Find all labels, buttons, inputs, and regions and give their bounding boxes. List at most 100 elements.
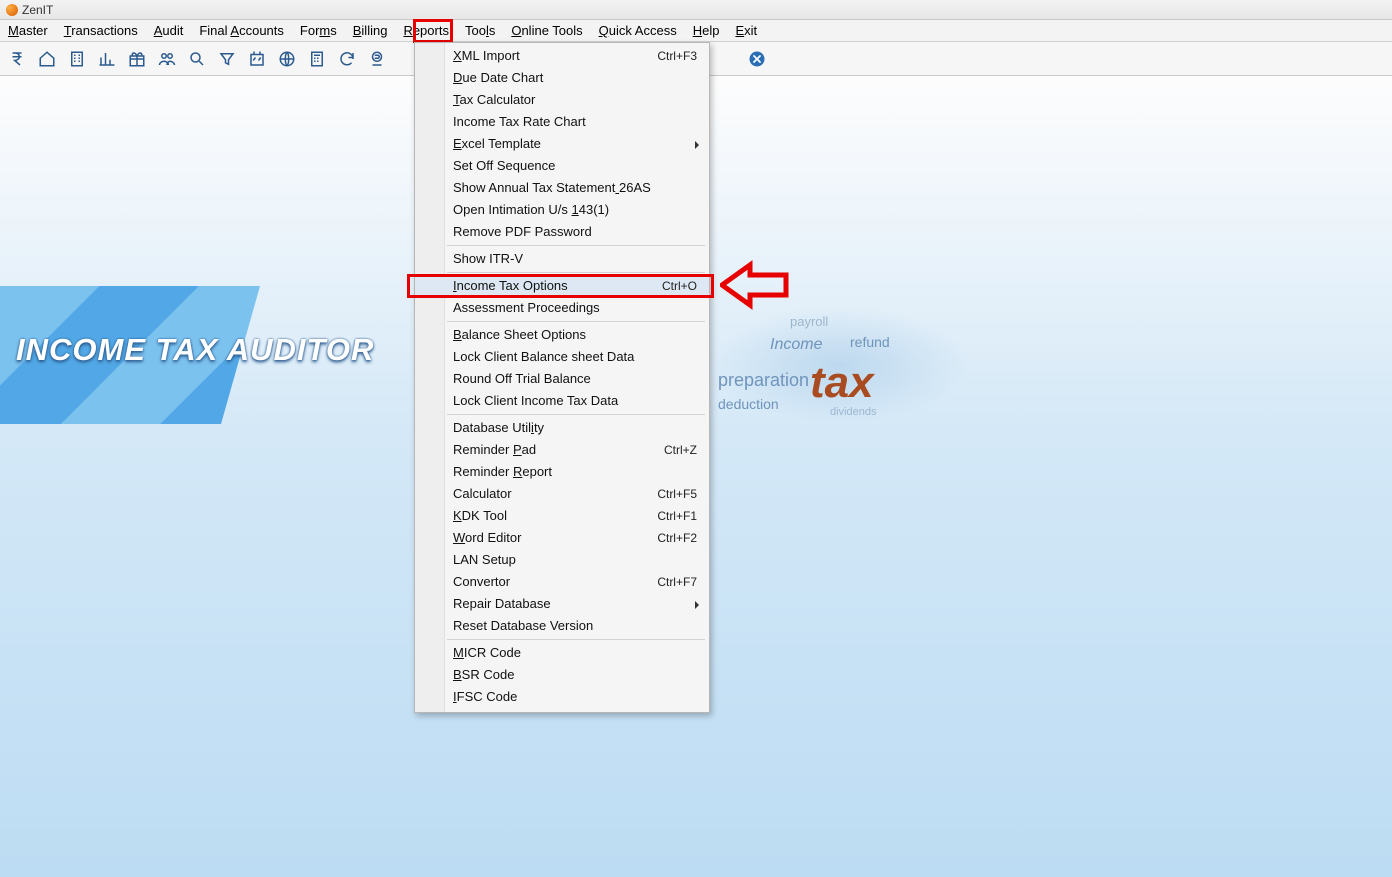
app-title: ZenIT	[22, 0, 53, 20]
dd-set-off-sequence[interactable]: Set Off Sequence	[415, 155, 709, 177]
menu-transactions[interactable]: Transactions	[56, 20, 146, 41]
tb-calc-icon[interactable]	[304, 46, 330, 72]
menu-billing[interactable]: Billing	[345, 20, 396, 41]
dd-xml-import[interactable]: XML ImportCtrl+F3	[415, 45, 709, 67]
dd-assessment-proceedings[interactable]: Assessment Proceedings	[415, 297, 709, 319]
dd-reset-database-version[interactable]: Reset Database Version	[415, 615, 709, 637]
menu-online-tools[interactable]: Online Tools	[503, 20, 590, 41]
menu-help[interactable]: Help	[685, 20, 728, 41]
banner-collage: tax preparation deduction Income refund …	[710, 306, 970, 424]
tb-home-icon[interactable]	[34, 46, 60, 72]
annotation-arrow	[720, 259, 790, 311]
dd-item-shortcut: Ctrl+O	[662, 275, 697, 297]
dd-calculator[interactable]: CalculatorCtrl+F5	[415, 483, 709, 505]
dd-reminder-pad[interactable]: Reminder PadCtrl+Z	[415, 439, 709, 461]
window-titlebar: ZenIT	[0, 0, 1392, 20]
collage-word: Income	[770, 336, 822, 354]
dd-open-intimation-u-s-143-1-[interactable]: Open Intimation U/s 143(1)	[415, 199, 709, 221]
dd-reminder-report[interactable]: Reminder Report	[415, 461, 709, 483]
dd-tax-calculator[interactable]: Tax Calculator	[415, 89, 709, 111]
tb-refresh-icon[interactable]	[334, 46, 360, 72]
dd-item-label: Round Off Trial Balance	[453, 368, 697, 390]
dd-database-utility[interactable]: Database Utility	[415, 417, 709, 439]
dd-balance-sheet-options[interactable]: Balance Sheet Options	[415, 324, 709, 346]
collage-word: dividends	[830, 406, 876, 418]
dd-round-off-trial-balance[interactable]: Round Off Trial Balance	[415, 368, 709, 390]
dd-item-label: Lock Client Balance sheet Data	[453, 346, 697, 368]
menu-reports[interactable]: Reports	[395, 20, 457, 41]
dd-item-label: Income Tax Rate Chart	[453, 111, 697, 133]
dd-item-label: Due Date Chart	[453, 67, 697, 89]
tb-filter-icon[interactable]	[214, 46, 240, 72]
tb-users-icon[interactable]	[154, 46, 180, 72]
dd-separator	[447, 245, 705, 246]
dd-kdk-tool[interactable]: KDK ToolCtrl+F1	[415, 505, 709, 527]
dd-show-itr-v[interactable]: Show ITR-V	[415, 248, 709, 270]
dd-item-label: Database Utility	[453, 417, 697, 439]
dd-item-label: XML Import	[453, 45, 657, 67]
dd-item-label: Set Off Sequence	[453, 155, 697, 177]
banner-title: INCOME TAX AUDITOR	[16, 332, 374, 368]
dd-convertor[interactable]: ConvertorCtrl+F7	[415, 571, 709, 593]
dd-due-date-chart[interactable]: Due Date Chart	[415, 67, 709, 89]
dd-income-tax-options[interactable]: Income Tax OptionsCtrl+O	[415, 275, 709, 297]
tb-epay-icon[interactable]	[364, 46, 390, 72]
dd-repair-database[interactable]: Repair Database	[415, 593, 709, 615]
tools-dropdown: XML ImportCtrl+F3Due Date ChartTax Calcu…	[414, 42, 710, 713]
tb-close-icon[interactable]	[744, 46, 770, 72]
dd-lock-client-income-tax-data[interactable]: Lock Client Income Tax Data	[415, 390, 709, 412]
dd-item-label: Income Tax Options	[453, 275, 662, 297]
dd-item-label: MICR Code	[453, 642, 697, 664]
tb-globe-icon[interactable]	[274, 46, 300, 72]
dd-item-label: Word Editor	[453, 527, 657, 549]
menu-audit[interactable]: Audit	[146, 20, 192, 41]
dd-item-shortcut: Ctrl+Z	[664, 439, 697, 461]
dd-item-label: Calculator	[453, 483, 657, 505]
dd-item-label: Tax Calculator	[453, 89, 697, 111]
tb-search-icon[interactable]	[184, 46, 210, 72]
dd-item-label: KDK Tool	[453, 505, 657, 527]
dd-item-label: Open Intimation U/s 143(1)	[453, 199, 697, 221]
dd-item-shortcut: Ctrl+F1	[657, 505, 697, 527]
menu-quick-access[interactable]: Quick Access	[591, 20, 685, 41]
dd-item-shortcut: Ctrl+F2	[657, 527, 697, 549]
tb-tax-icon[interactable]	[244, 46, 270, 72]
dd-micr-code[interactable]: MICR Code	[415, 642, 709, 664]
collage-word: payroll	[790, 314, 828, 329]
dd-item-shortcut: Ctrl+F7	[657, 571, 697, 593]
menu-exit[interactable]: Exit	[727, 20, 765, 41]
dd-item-label: Reset Database Version	[453, 615, 697, 637]
dd-item-label: Repair Database	[453, 593, 697, 615]
tb-chart-icon[interactable]	[94, 46, 120, 72]
dd-excel-template[interactable]: Excel Template	[415, 133, 709, 155]
dd-item-label: Show Annual Tax Statement 26AS	[453, 177, 697, 199]
dd-lock-client-balance-sheet-data[interactable]: Lock Client Balance sheet Data	[415, 346, 709, 368]
tb-rupee-icon[interactable]	[4, 46, 30, 72]
collage-word: refund	[850, 334, 890, 350]
collage-word: deduction	[718, 396, 779, 412]
dd-show-annual-tax-statement-26as[interactable]: Show Annual Tax Statement 26AS	[415, 177, 709, 199]
menu-tools[interactable]: Tools	[457, 20, 503, 41]
dd-item-label: Balance Sheet Options	[453, 324, 697, 346]
submenu-arrow-icon	[695, 141, 699, 149]
app-icon	[6, 4, 18, 16]
dd-item-label: LAN Setup	[453, 549, 697, 571]
dd-remove-pdf-password[interactable]: Remove PDF Password	[415, 221, 709, 243]
dd-item-shortcut: Ctrl+F3	[657, 45, 697, 67]
collage-word: preparation	[718, 370, 809, 391]
menu-master[interactable]: Master	[0, 20, 56, 41]
dd-item-label: BSR Code	[453, 664, 697, 686]
menubar: MasterTransactionsAuditFinal AccountsFor…	[0, 20, 1392, 42]
dd-bsr-code[interactable]: BSR Code	[415, 664, 709, 686]
dd-item-label: Lock Client Income Tax Data	[453, 390, 697, 412]
dd-lan-setup[interactable]: LAN Setup	[415, 549, 709, 571]
dd-ifsc-code[interactable]: IFSC Code	[415, 686, 709, 708]
dd-income-tax-rate-chart[interactable]: Income Tax Rate Chart	[415, 111, 709, 133]
dd-item-label: Reminder Report	[453, 461, 697, 483]
menu-final-accounts[interactable]: Final Accounts	[191, 20, 292, 41]
tb-building-icon[interactable]	[64, 46, 90, 72]
dd-item-label: Convertor	[453, 571, 657, 593]
menu-forms[interactable]: Forms	[292, 20, 345, 41]
dd-word-editor[interactable]: Word EditorCtrl+F2	[415, 527, 709, 549]
tb-gift-icon[interactable]	[124, 46, 150, 72]
